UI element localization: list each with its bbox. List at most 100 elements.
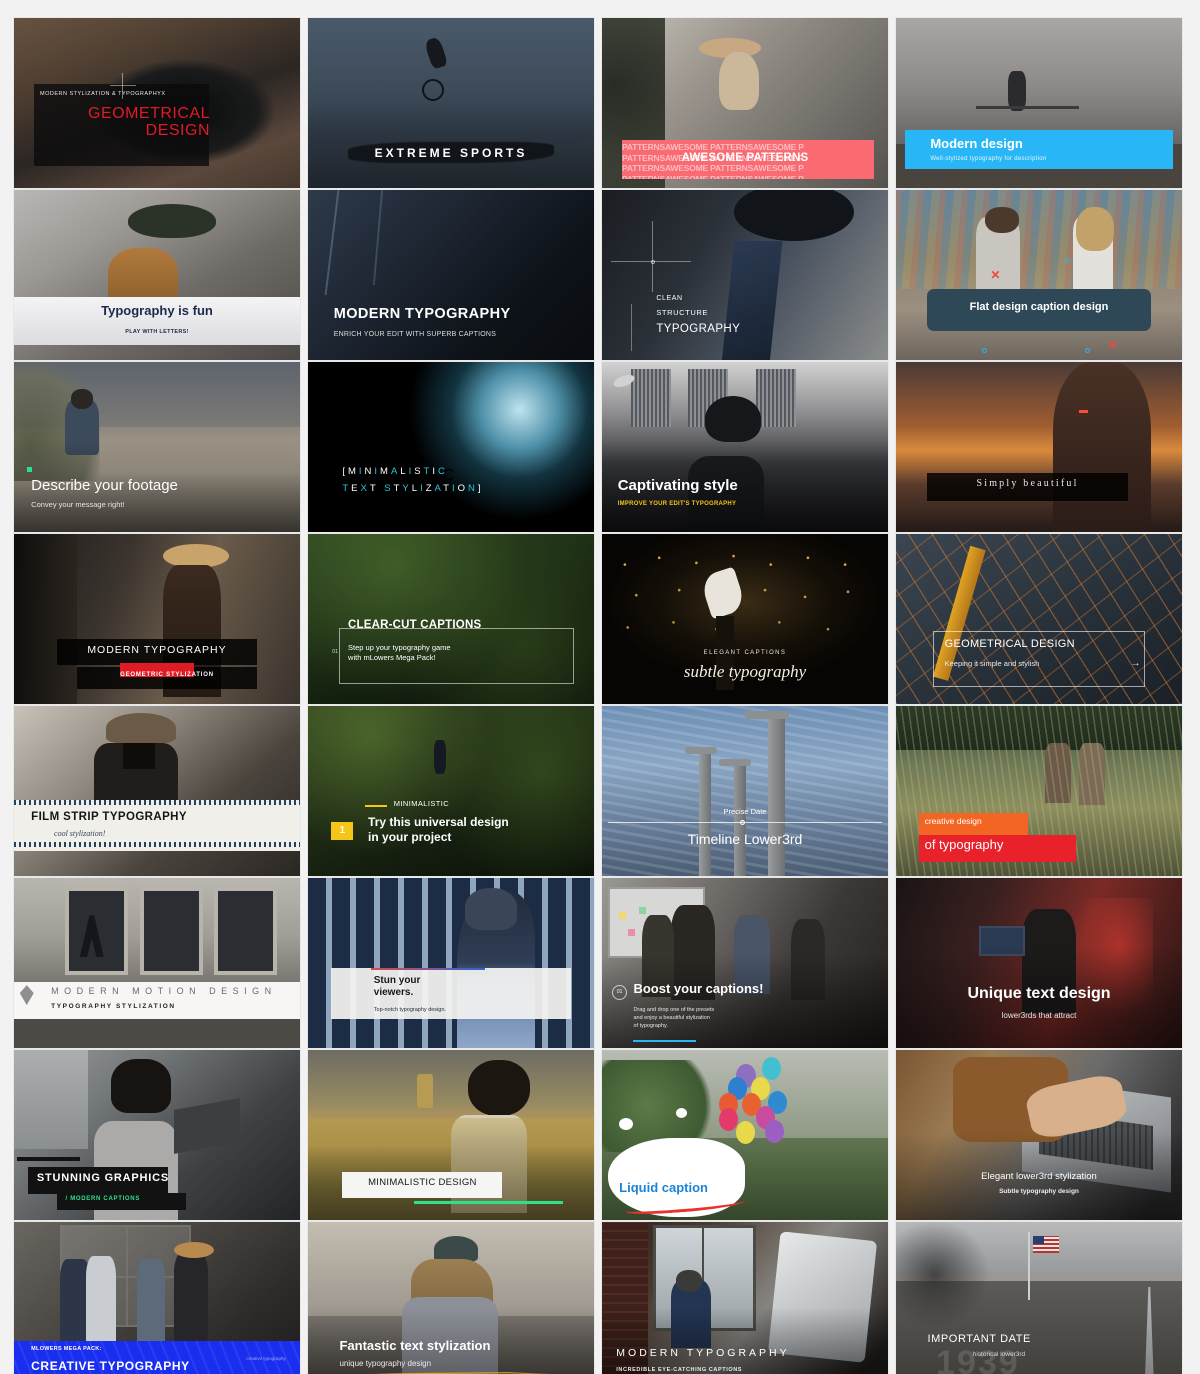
- sword-shape: [767, 712, 785, 876]
- tile-modern-typography-geo[interactable]: MODERN TYPOGRAPHY GEOMETRIC STYLIZATION: [14, 534, 300, 704]
- tile-timeline-lower3rd[interactable]: Precise Date Timeline Lower3rd: [602, 706, 888, 876]
- tile-title: STUNNING GRAPHICS: [36, 1172, 170, 1185]
- tile-stun-your-viewers[interactable]: Stun your viewers. Top-notch typography …: [308, 878, 594, 1048]
- tile-captivating-style[interactable]: Captivating style IMPROVE YOUR EDIT'S TY…: [602, 362, 888, 532]
- tile-geometrical-design[interactable]: MODERN STYLIZATION & TYPOGRAPHYX GEOMETR…: [14, 18, 300, 188]
- tile-subtitle: IMPROVE YOUR EDIT'S TYPOGRAPHY: [617, 501, 737, 508]
- tile-subtitle: Well-stylized typography for description: [930, 155, 1047, 162]
- template-grid: MODERN STYLIZATION & TYPOGRAPHYX GEOMETR…: [0, 0, 1200, 1374]
- tile-title: CLEAR-CUT CAPTIONS: [348, 619, 482, 631]
- tile-creative-design-typography[interactable]: creative design of typography: [896, 706, 1182, 876]
- tile-title: Fantastic text stylization: [339, 1338, 491, 1354]
- tile-title: MINIMALISTIC DESIGN: [368, 1176, 477, 1188]
- tile-title: Simply beautiful: [976, 477, 1079, 489]
- tile-title: Try this universal design in your projec…: [368, 814, 509, 845]
- timeline-marker: [739, 819, 745, 825]
- tile-subtitle: Convey your message right!: [31, 500, 125, 510]
- tile-line2: of typography: [924, 836, 1004, 852]
- tile-extreme-sports[interactable]: EXTREME SPORTS: [308, 18, 594, 188]
- tile-important-date[interactable]: 1939 IMPORTANT DATE historical lower3rd: [896, 1222, 1182, 1374]
- tile-kicker: ELEGANT CAPTIONS: [703, 649, 787, 656]
- tile-elegant-lower3rd[interactable]: Elegant lower3rd stylization Subtle typo…: [896, 1050, 1182, 1220]
- guide-line: [630, 303, 632, 352]
- tile-clear-cut-captions[interactable]: CLEAR-CUT CAPTIONS Step up your typograp…: [308, 534, 594, 704]
- person-silhouette: [136, 1259, 165, 1341]
- person-silhouette: [1007, 70, 1026, 111]
- tile-number: 01: [616, 989, 623, 996]
- anchor-point-icon: [981, 348, 987, 354]
- tile-title: MODERN MOTION DESIGN: [51, 985, 277, 996]
- tile-creative-typography[interactable]: mLOWERS MEGA PACK: CREATIVE TYPOGRAPHY c…: [14, 1222, 300, 1374]
- tile-kicker: mLOWERS MEGA PACK:: [31, 1346, 102, 1353]
- tile-film-strip-typography[interactable]: FILM STRIP TYPOGRAPHY cool stylization!: [14, 706, 300, 876]
- tile-title: Stun your viewers.: [373, 974, 421, 999]
- tile-fantastic-text-stylization[interactable]: Fantastic text stylization unique typogr…: [308, 1222, 594, 1374]
- tile-modern-design[interactable]: Modern design Well-stylized typography f…: [896, 18, 1182, 188]
- tile-title: Timeline Lower3rd: [687, 830, 803, 847]
- tile-geometrical-design-crane[interactable]: GEOMETRICAL DESIGN Keeping it simple and…: [896, 534, 1182, 704]
- tile-universal-design[interactable]: MINIMALISTIC 1 Try this universal design…: [308, 706, 594, 876]
- tile-modern-motion-design[interactable]: MODERN MOTION DESIGN TYPOGRAPHY STYLIZAT…: [14, 878, 300, 1048]
- tile-flat-design-caption[interactable]: Flat design caption design ✕ ✕: [896, 190, 1182, 360]
- tile-title: Elegant lower3rd stylization: [981, 1171, 1097, 1183]
- tile-kicker: Precise Date: [723, 807, 767, 816]
- tile-title: Unique text design: [967, 985, 1111, 1003]
- carnival-lights: [896, 190, 1182, 289]
- sky-shape: [308, 1050, 594, 1108]
- tile-simply-beautiful[interactable]: Simply beautiful: [896, 362, 1182, 532]
- tile-boost-your-captions[interactable]: 01 Boost your captions! Drag and drop on…: [602, 878, 888, 1048]
- tile-minimalistic-design[interactable]: MINIMALISTIC DESIGN: [308, 1050, 594, 1220]
- phone-shape: [416, 1073, 433, 1108]
- guide-line: [652, 220, 654, 292]
- person-silhouette: [1053, 362, 1151, 532]
- balloon-icon: [765, 1119, 785, 1143]
- tile-title: GEOMETRICAL DESIGN: [944, 637, 1075, 650]
- tile-title: CREATIVE TYPOGRAPHY: [31, 1358, 190, 1373]
- tile-modern-typography-blue[interactable]: MODERN TYPOGRAPHY ENRICH YOUR EDIT WITH …: [308, 190, 594, 360]
- tile-title: GEOMETRICAL DESIGN: [40, 105, 210, 140]
- tile-subtitle: PLAY WITH LETTERS!: [125, 329, 189, 336]
- flower-field: [308, 1118, 594, 1220]
- tile-line2: STRUCTURE: [656, 308, 708, 317]
- tile-title: Describe your footage: [31, 476, 178, 494]
- tile-subtitle: INCREDIBLE EYE-CATCHING CAPTIONS: [616, 1366, 743, 1373]
- watermark-number: 1939: [936, 1344, 1020, 1374]
- tile-modern-typography-blue-bar[interactable]: MODERN TYPOGRAPHY INCREDIBLE EYE-CATCHIN…: [602, 1222, 888, 1374]
- tile-subtle-typography[interactable]: ELEGANT CAPTIONS subtle typography: [602, 534, 888, 704]
- tile-describe-your-footage[interactable]: Describe your footage Convey your messag…: [14, 362, 300, 532]
- tile-line1: creative design: [924, 815, 982, 826]
- flag-canton: [1033, 1235, 1045, 1244]
- accent-line: [370, 968, 486, 971]
- tile-typography-is-fun[interactable]: Typography is fun PLAY WITH LETTERS!: [14, 190, 300, 360]
- tile-stunning-graphics[interactable]: STUNNING GRAPHICS / MODERN CAPTIONS: [14, 1050, 300, 1220]
- tile-title: Liquid caption: [619, 1179, 708, 1195]
- tile-liquid-caption[interactable]: Liquid caption: [602, 1050, 888, 1220]
- table-shape: [976, 106, 1080, 110]
- tile-subtitle: Step up your typography game with mLower…: [348, 642, 451, 662]
- foreground-blur: [14, 534, 77, 704]
- figure-shape: [719, 52, 760, 110]
- tile-clean-structure[interactable]: CLEAN STRUCTURE TYPOGRAPHY: [602, 190, 888, 360]
- sword-shape: [733, 762, 746, 876]
- tile-kicker: MINIMALISTIC: [393, 798, 450, 808]
- tile-line1: [MINIMALISTIC: [342, 466, 448, 478]
- tile-number: 1: [339, 825, 346, 836]
- tile-awesome-patterns[interactable]: PATTERNSAWESOME PATTERNSAWESOME P PATTER…: [602, 18, 888, 188]
- tile-subtitle: Drag and drop one of the presets and enj…: [633, 1006, 715, 1030]
- hair-shape: [468, 1060, 531, 1117]
- tile-subtitle: Subtle typography design: [999, 1187, 1079, 1195]
- tile-title: Modern design: [930, 136, 1023, 151]
- tile-corner-text: creative typography: [246, 1356, 286, 1362]
- tile-title: Boost your captions!: [633, 980, 764, 996]
- cross-mark-icon: [110, 85, 136, 86]
- balloon-icon: [719, 1107, 739, 1131]
- caption-bar: [330, 968, 572, 1020]
- tile-title: AWESOME PATTERNS: [681, 152, 809, 165]
- tile-title: Captivating style: [617, 476, 738, 494]
- tile-minimalistic-text[interactable]: [MINIMALISTIC TEXT STYLIZATION] [MINIMAL…: [308, 362, 594, 532]
- tile-unique-text-design[interactable]: Unique text design lower3rds that attrac…: [896, 878, 1182, 1048]
- tile-title: subtle typography: [683, 661, 807, 681]
- tile-subtitle: Keeping it simple and stylish: [944, 658, 1040, 668]
- close-icon: ✕: [990, 268, 1001, 283]
- tile-title: EXTREME SPORTS: [374, 146, 528, 161]
